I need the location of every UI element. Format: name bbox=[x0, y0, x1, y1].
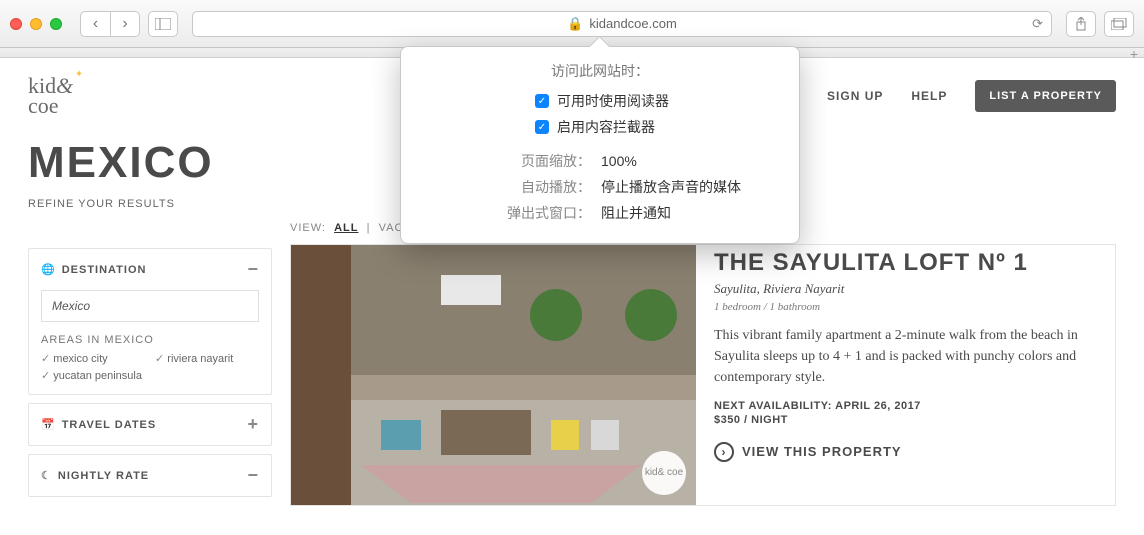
popover-title: 访问此网站时： bbox=[411, 61, 789, 81]
area-option[interactable]: riviera nayarit bbox=[155, 352, 259, 365]
property-description: This vibrant family apartment a 2-minute… bbox=[714, 325, 1097, 388]
view-property-link[interactable]: › VIEW THIS PROPERTY bbox=[714, 442, 1097, 462]
sidebar-toggle-button[interactable] bbox=[148, 11, 178, 37]
address-bar[interactable]: 🔒 kidandcoe.com ⟳ bbox=[192, 11, 1052, 37]
content-blocker-checkbox-row[interactable]: ✓ 启用内容拦截器 bbox=[411, 117, 789, 137]
filter-dates-head[interactable]: 📅TRAVEL DATES + bbox=[29, 404, 271, 445]
property-price: $350 / NIGHT bbox=[714, 414, 1097, 426]
areas-title: AREAS IN MEXICO bbox=[41, 334, 259, 346]
globe-icon: 🌐 bbox=[41, 264, 56, 276]
filter-sidebar: 🌐DESTINATION − AREAS IN MEXICO mexico ci… bbox=[28, 222, 272, 506]
property-card: kid& coe THE SAYULITA LOFT Nº 1 Sayulita… bbox=[290, 244, 1116, 506]
reader-checkbox-row[interactable]: ✓ 可用时使用阅读器 bbox=[411, 91, 789, 111]
tabs-button[interactable] bbox=[1104, 11, 1134, 37]
minimize-window-button[interactable] bbox=[30, 18, 42, 30]
autoplay-value[interactable]: 停止播放含声音的媒体 bbox=[601, 177, 789, 197]
checkbox-checked-icon: ✓ bbox=[535, 94, 549, 108]
filter-destination-head[interactable]: 🌐DESTINATION − bbox=[29, 249, 271, 290]
calendar-icon: 📅 bbox=[41, 419, 56, 431]
zoom-window-button[interactable] bbox=[50, 18, 62, 30]
property-rooms: 1 bedroom / 1 bathroom bbox=[714, 301, 1097, 313]
popup-label: 弹出式窗口： bbox=[411, 203, 601, 223]
logo[interactable]: kid&coe bbox=[28, 76, 73, 116]
zoom-value[interactable]: 100% bbox=[601, 153, 789, 169]
property-availability: NEXT AVAILABILITY: APRIL 26, 2017 bbox=[714, 400, 1097, 412]
url-text: kidandcoe.com bbox=[589, 16, 676, 31]
results-main: VIEW: ALL | VAC bbox=[290, 222, 1116, 506]
destination-input[interactable] bbox=[41, 290, 259, 322]
popup-value[interactable]: 阻止并通知 bbox=[601, 203, 789, 223]
filter-dates: 📅TRAVEL DATES + bbox=[28, 403, 272, 446]
area-option[interactable]: mexico city bbox=[41, 352, 145, 365]
property-photo[interactable]: kid& coe bbox=[291, 245, 696, 505]
browser-toolbar: ‹ › 🔒 kidandcoe.com ⟳ bbox=[0, 0, 1144, 48]
share-button[interactable] bbox=[1066, 11, 1096, 37]
reload-icon[interactable]: ⟳ bbox=[1032, 16, 1043, 32]
forward-button[interactable]: › bbox=[110, 11, 140, 37]
filter-destination: 🌐DESTINATION − AREAS IN MEXICO mexico ci… bbox=[28, 248, 272, 395]
list-property-button[interactable]: LIST A PROPERTY bbox=[975, 80, 1116, 112]
property-location: Sayulita, Riviera Nayarit bbox=[714, 281, 1097, 297]
collapse-icon: − bbox=[247, 259, 259, 280]
autoplay-label: 自动播放： bbox=[411, 177, 601, 197]
close-window-button[interactable] bbox=[10, 18, 22, 30]
brand-badge: kid& coe bbox=[642, 451, 686, 495]
website-settings-popover: 访问此网站时： ✓ 可用时使用阅读器 ✓ 启用内容拦截器 页面缩放： 100% … bbox=[400, 46, 800, 244]
area-option[interactable]: yucatan peninsula bbox=[41, 369, 145, 382]
collapse-icon: − bbox=[247, 465, 259, 486]
back-button[interactable]: ‹ bbox=[80, 11, 110, 37]
checkbox-checked-icon: ✓ bbox=[535, 120, 549, 134]
zoom-label: 页面缩放： bbox=[411, 151, 601, 171]
moon-icon: ☾ bbox=[41, 470, 52, 482]
nav-sign-up[interactable]: SIGN UP bbox=[827, 89, 883, 103]
nav-help[interactable]: HELP bbox=[911, 89, 947, 103]
nav-back-forward: ‹ › bbox=[80, 11, 140, 37]
property-title: THE SAYULITA LOFT Nº 1 bbox=[714, 249, 1097, 277]
filter-rate-head[interactable]: ☾NIGHTLY RATE − bbox=[29, 455, 271, 496]
window-controls bbox=[10, 18, 62, 30]
lock-icon: 🔒 bbox=[567, 16, 583, 32]
property-info: THE SAYULITA LOFT Nº 1 Sayulita, Riviera… bbox=[696, 245, 1115, 505]
arrow-icon: › bbox=[714, 442, 734, 462]
expand-icon: + bbox=[247, 414, 259, 435]
filter-rate: ☾NIGHTLY RATE − bbox=[28, 454, 272, 497]
view-all[interactable]: ALL bbox=[334, 222, 358, 234]
